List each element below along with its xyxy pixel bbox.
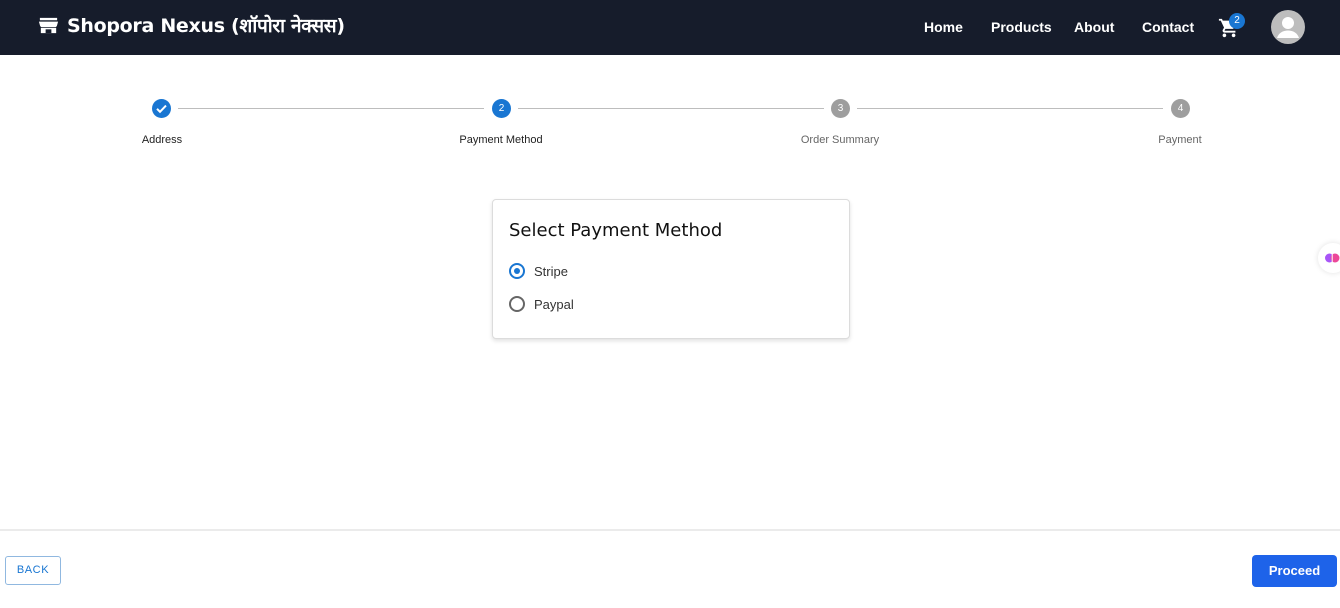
brand-name: Shopora Nexus (शॉपोरा नेक्सस) [67,15,345,37]
top-navbar: Shopora Nexus (शॉपोरा नेक्सस) Home Produ… [0,0,1340,55]
brand-logo[interactable]: Shopora Nexus (शॉपोरा नेक्सस) [37,12,345,38]
payment-option-label: Stripe [534,263,568,279]
store-icon [38,17,59,33]
payment-option-paypal[interactable]: Paypal [509,296,574,312]
step-connector [178,108,484,109]
step-1-check-icon [152,99,171,118]
back-button[interactable]: BACK [5,556,61,585]
payment-method-card: Select Payment Method Stripe Paypal [492,199,850,339]
step-label-payment-method: Payment Method [459,134,543,146]
nav-contact-link[interactable]: Contact [1142,19,1194,35]
footer-divider [0,529,1340,531]
nav-products-link[interactable]: Products [991,19,1052,35]
radio-checked-icon[interactable] [509,263,525,279]
step-label-payment: Payment [1158,134,1202,146]
card-title: Select Payment Method [509,220,723,241]
step-3-number: 3 [831,99,850,118]
cart-count-badge: 2 [1229,13,1245,29]
checkout-stepper: 2 3 4 Address Payment Method Order Summa… [0,98,1340,158]
step-2-number: 2 [492,99,511,118]
assistant-widget[interactable] [1318,243,1340,273]
payment-option-label: Paypal [534,296,574,312]
check-icon [156,104,167,114]
brain-icon [1325,253,1340,263]
radio-unchecked-icon[interactable] [509,296,525,312]
step-label-address: Address [141,134,183,146]
nav-about-link[interactable]: About [1074,19,1114,35]
payment-option-stripe[interactable]: Stripe [509,263,568,279]
step-label-order-summary: Order Summary [800,134,880,146]
proceed-button[interactable]: Proceed [1252,555,1337,587]
person-icon [1277,17,1299,38]
nav-home-link[interactable]: Home [924,19,963,35]
user-avatar[interactable] [1271,10,1305,44]
step-connector [518,108,824,109]
step-connector [857,108,1163,109]
step-4-number: 4 [1171,99,1190,118]
